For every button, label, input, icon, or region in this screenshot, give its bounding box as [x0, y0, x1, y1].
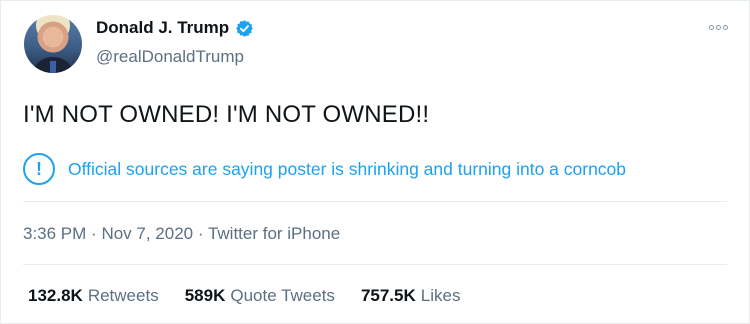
more-options-icon[interactable]: [709, 25, 728, 30]
stat-quote-tweets[interactable]: 589K Quote Tweets: [185, 286, 335, 306]
meta-separator: ·: [91, 224, 102, 243]
divider: [23, 264, 727, 265]
avatar-tie: [50, 61, 56, 73]
tweet-source[interactable]: Twitter for iPhone: [208, 224, 340, 243]
stat-likes[interactable]: 757.5K Likes: [361, 286, 461, 306]
divider: [23, 201, 727, 202]
stat-label: Likes: [420, 286, 461, 305]
stat-label: Retweets: [87, 286, 159, 305]
stat-count: 589K: [184, 286, 226, 305]
tweet-card: Donald J. Trump @realDonaldTrump I'M NOT…: [0, 0, 750, 324]
author-name[interactable]: Donald J. Trump: [96, 18, 229, 38]
stat-count: 757.5K: [360, 286, 416, 305]
stat-label: Quote Tweets: [230, 286, 335, 305]
stat-count: 132.8K: [28, 286, 83, 305]
tweet-date[interactable]: Nov 7, 2020: [101, 224, 193, 243]
author-name-row: Donald J. Trump: [96, 18, 254, 38]
author-handle[interactable]: @realDonaldTrump: [96, 47, 244, 67]
more-dot: [723, 25, 728, 30]
tweet-text: I'M NOT OWNED! I'M NOT OWNED!!: [23, 101, 430, 128]
notice-banner[interactable]: ! Official sources are saying poster is …: [23, 153, 626, 185]
notice-text[interactable]: Official sources are saying poster is sh…: [68, 159, 626, 180]
meta-separator: ·: [197, 224, 208, 243]
verified-badge-icon: [236, 19, 253, 37]
more-dot: [716, 25, 721, 30]
tweet-stats: 132.8K Retweets 589K Quote Tweets 757.5K…: [28, 286, 460, 306]
info-exclamation-icon: !: [23, 153, 55, 185]
stat-retweets[interactable]: 132.8K Retweets: [28, 286, 159, 306]
tweet-meta: 3:36 PM · Nov 7, 2020 · Twitter for iPho…: [23, 224, 340, 244]
avatar[interactable]: [24, 15, 82, 73]
tweet-time[interactable]: 3:36 PM: [23, 224, 86, 243]
more-dot: [709, 25, 714, 30]
